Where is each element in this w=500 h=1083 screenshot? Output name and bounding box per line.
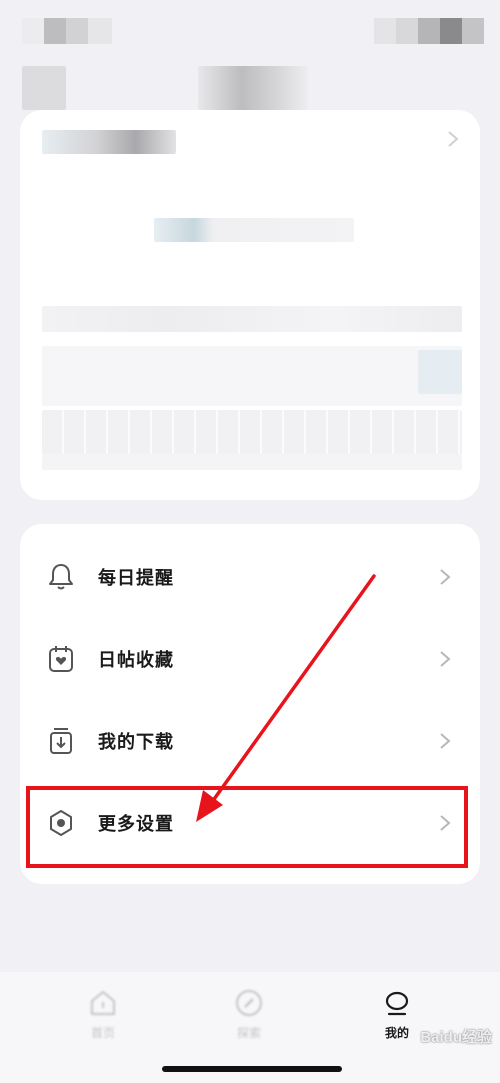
tab-explore[interactable]: 探索 — [204, 988, 294, 1041]
profile-icon — [385, 991, 409, 1016]
compass-icon — [236, 990, 262, 1016]
home-indicator — [162, 1066, 342, 1072]
tab-label: 首页 — [90, 1026, 115, 1040]
tab-home[interactable]: 首页 — [58, 988, 148, 1041]
watermark: Baidu经验 — [420, 1029, 492, 1046]
tab-label: 探索 — [236, 1026, 261, 1040]
home-icon — [91, 991, 115, 1015]
annotation-arrow — [196, 574, 376, 822]
